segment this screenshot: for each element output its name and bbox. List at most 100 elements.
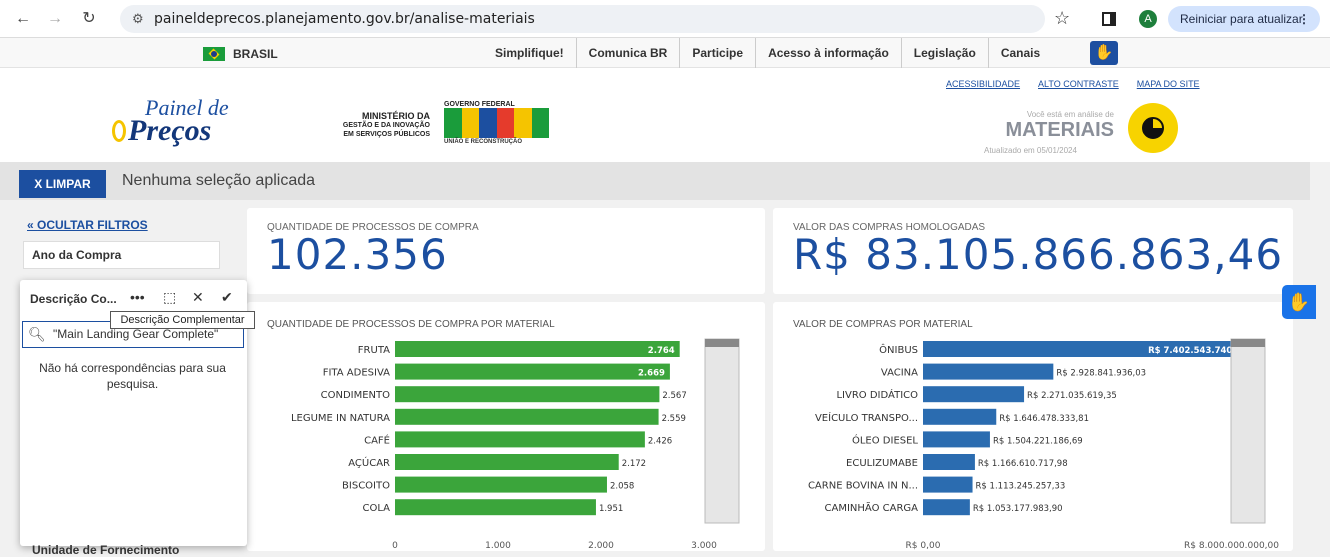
address-bar[interactable]: ⚙ paineldeprecos.planejamento.gov.br/ana… [120,5,1045,33]
clear-selection-button[interactable]: X LIMPAR [19,170,106,198]
reload-icon[interactable]: ↻ [78,8,100,30]
data-label: 2.426 [648,436,672,446]
side-panel-icon[interactable] [1102,12,1116,26]
site-info-icon[interactable]: ⚙ [132,11,144,27]
category-label: ÔNIBUS [879,343,918,356]
more-options-icon[interactable]: ••• [130,289,145,305]
category-label: LIVRO DIDÁTICO [836,388,918,401]
filter-unidade[interactable]: Unidade de Fornecimento [32,543,179,557]
profile-avatar[interactable]: A [1139,10,1157,28]
category-label: FITA ADESIVA [323,368,390,379]
search-value: "Main Landing Gear Complete" [53,327,219,341]
bar[interactable] [923,499,970,516]
chart-quantity-svg: FRUTA 2.764 FITA ADESIVA 2.669 CONDIMENTO 2.5… [291,338,740,551]
data-label: R$ 2.271.035.619,35 [1027,391,1117,401]
bar[interactable] [395,363,670,380]
category-label: ECULIZUMABE [846,458,918,469]
gov-link-comunica[interactable]: Comunica BR [575,38,680,68]
chart-value-svg: ÔNIBUS R$ 7.402.543.740,00VACINA R$ 2.928.… [808,338,1279,551]
category-label: FRUTA [358,345,390,356]
data-label: R$ 1.113.245.257,33 [976,482,1066,492]
gov-link-canais[interactable]: Canais [987,38,1052,68]
bar[interactable] [395,499,596,516]
menu-dots-icon[interactable]: ⋮ [1298,6,1310,32]
bar[interactable] [923,431,990,448]
category-label: CAMINHÃO CARGA [825,501,919,514]
uniao-label: UNIÃO E RECONSTRUÇÃO [444,139,523,145]
bar[interactable] [395,476,607,493]
scrollbar-thumb[interactable] [1231,339,1265,347]
sign-language-icon[interactable]: ✋ [1090,41,1118,65]
pie-chart-icon[interactable] [1128,103,1178,153]
kpi-card-quantity: QUANTIDADE DE PROCESSOS DE COMPRA 102.35… [247,208,765,294]
site-header: Painel de Preços MINISTÉRIO DA GESTÃO E … [0,68,1330,162]
ministry-line-3: EM SERVIÇOS PÚBLICOS [343,131,430,138]
scrollbar[interactable] [1230,338,1266,524]
brazil-flag-icon [203,47,225,61]
logo-mark-icon [112,120,126,142]
gov-link-participe[interactable]: Participe [679,38,755,68]
data-label: R$ 1.053.177.983,90 [973,504,1063,514]
hide-filters-link[interactable]: « OCULTAR FILTROS [27,218,148,232]
selection-bar: X LIMPAR Nenhuma seleção aplicada [0,162,1310,200]
cancel-icon[interactable]: ✕ [192,289,204,306]
gov-link-acesso[interactable]: Acesso à informação [755,38,901,68]
forward-icon[interactable]: → [44,8,66,30]
bar[interactable] [923,386,1025,403]
accessibility-widget-icon[interactable]: ✋ [1282,285,1316,319]
link-acessibilidade[interactable]: ACESSIBILIDADE [946,79,1020,89]
selection-tool-icon[interactable]: ⬚ [163,289,176,306]
logo-precos[interactable]: Preços [112,114,211,148]
chart-card-quantity: QUANTIDADE DE PROCESSOS DE COMPRA POR MA… [247,302,765,551]
data-label: R$ 2.928.841.936,03 [1056,369,1146,379]
bar[interactable] [923,454,975,470]
browser-toolbar: ← → ↻ ⚙ paineldeprecos.planejamento.gov.… [0,0,1330,38]
bar[interactable] [923,476,973,493]
data-label: 2.058 [610,482,634,492]
category-label: CARNE BOVINA IN N... [808,481,918,492]
kpi-quantity-value: 102.356 [267,230,448,279]
no-match-message: Não há correspondências para sua pesquis… [39,361,226,391]
gov-link-legislacao[interactable]: Legislação [900,38,988,68]
axis-tick-label: R$ 0,00 [906,541,941,551]
ministry-logo: MINISTÉRIO DA GESTÃO E DA INOVAÇÃO EM SE… [300,112,430,139]
logo-precos-text: Preços [128,114,212,147]
data-label: 2.172 [622,459,646,469]
data-label: R$ 1.504.221.186,69 [993,436,1083,446]
analysis-value: MATERIAIS [1005,119,1114,141]
bookmark-star-icon[interactable]: ☆ [1054,8,1070,29]
axis-tick-label: R$ 8.000.000.000,00 [1184,541,1279,551]
gov-link-simplifique[interactable]: Simplifique! [483,38,576,68]
hide-filters-label: OCULTAR FILTROS [37,218,148,232]
bar[interactable] [923,408,997,425]
data-label: R$ 1.646.478.333,81 [999,414,1089,424]
category-label: BISCOITO [342,481,390,492]
link-mapa-site[interactable]: MAPA DO SITE [1137,79,1200,89]
category-label: CONDIMENTO [321,390,391,401]
gov-country-label[interactable]: BRASIL [233,47,278,61]
bar[interactable] [395,408,659,425]
analysis-label: Você está em análise de [1026,110,1114,119]
bar[interactable] [395,454,619,470]
data-label: 2.764 [648,346,675,356]
restart-update-button[interactable]: Reiniciar para atualizar ⋮ [1168,6,1320,32]
bar[interactable] [395,341,680,357]
axis-tick-label: 1.000 [485,541,511,551]
back-icon[interactable]: ← [12,8,34,30]
link-alto-contraste[interactable]: ALTO CONTRASTE [1038,79,1119,89]
scrollbar[interactable] [704,338,740,524]
ministry-line-1: MINISTÉRIO DA [361,111,430,121]
data-label: 1.951 [599,504,623,514]
scrollbar-thumb[interactable] [705,339,739,347]
category-label: VEÍCULO TRANSPO... [815,411,918,424]
confirm-icon[interactable]: ✔ [221,289,233,306]
bar[interactable] [395,431,645,448]
data-label: 2.559 [662,414,686,424]
bar[interactable] [923,363,1054,380]
category-label: AÇÚCAR [348,456,390,469]
gov-bar: BRASIL Simplifique! Comunica BR Particip… [0,38,1330,68]
axis-tick-label: 0 [392,541,398,551]
url-text: paineldeprecos.planejamento.gov.br/anali… [154,11,535,27]
bar[interactable] [395,386,660,403]
filter-year[interactable]: Ano da Compra [23,241,220,269]
